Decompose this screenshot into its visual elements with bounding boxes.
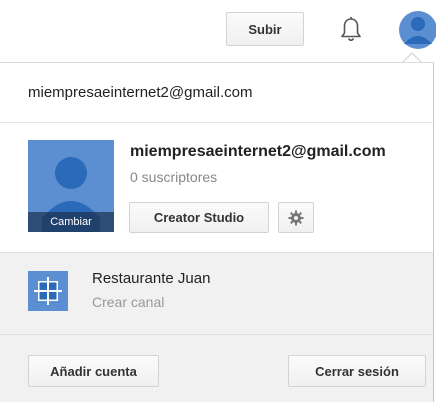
add-account-button[interactable]: Añadir cuenta xyxy=(28,355,159,387)
subscriber-count: 0 suscriptores xyxy=(130,169,218,185)
avatar[interactable] xyxy=(398,10,436,50)
account-menu: miempresaeinternet2@gmail.com Cambiar mi… xyxy=(0,62,434,402)
bell-icon[interactable] xyxy=(339,16,363,44)
youtube-account-window: Subir miempresaeinternet2@gmail.com Camb… xyxy=(0,0,436,402)
account-menu-footer: Añadir cuenta Cerrar sesión xyxy=(0,335,433,402)
creator-studio-button[interactable]: Creator Studio xyxy=(129,202,269,233)
change-photo-button[interactable]: Cambiar xyxy=(28,212,114,232)
account-email: miempresaeinternet2@gmail.com xyxy=(0,63,433,123)
account-name: miempresaeinternet2@gmail.com xyxy=(130,143,386,160)
account-avatar[interactable]: Cambiar xyxy=(28,140,114,232)
sign-out-button[interactable]: Cerrar sesión xyxy=(288,355,426,387)
settings-button[interactable] xyxy=(278,202,314,233)
create-channel-link[interactable]: Crear canal xyxy=(92,294,164,310)
channel-name: Restaurante Juan xyxy=(92,270,211,287)
top-bar: Subir xyxy=(0,0,436,62)
current-account: Cambiar miempresaeinternet2@gmail.com 0 … xyxy=(0,123,433,253)
upload-button[interactable]: Subir xyxy=(226,12,304,46)
channel-item[interactable]: Restaurante Juan Crear canal xyxy=(0,253,433,335)
channel-thumbnail xyxy=(28,271,68,311)
gear-icon xyxy=(288,210,304,225)
